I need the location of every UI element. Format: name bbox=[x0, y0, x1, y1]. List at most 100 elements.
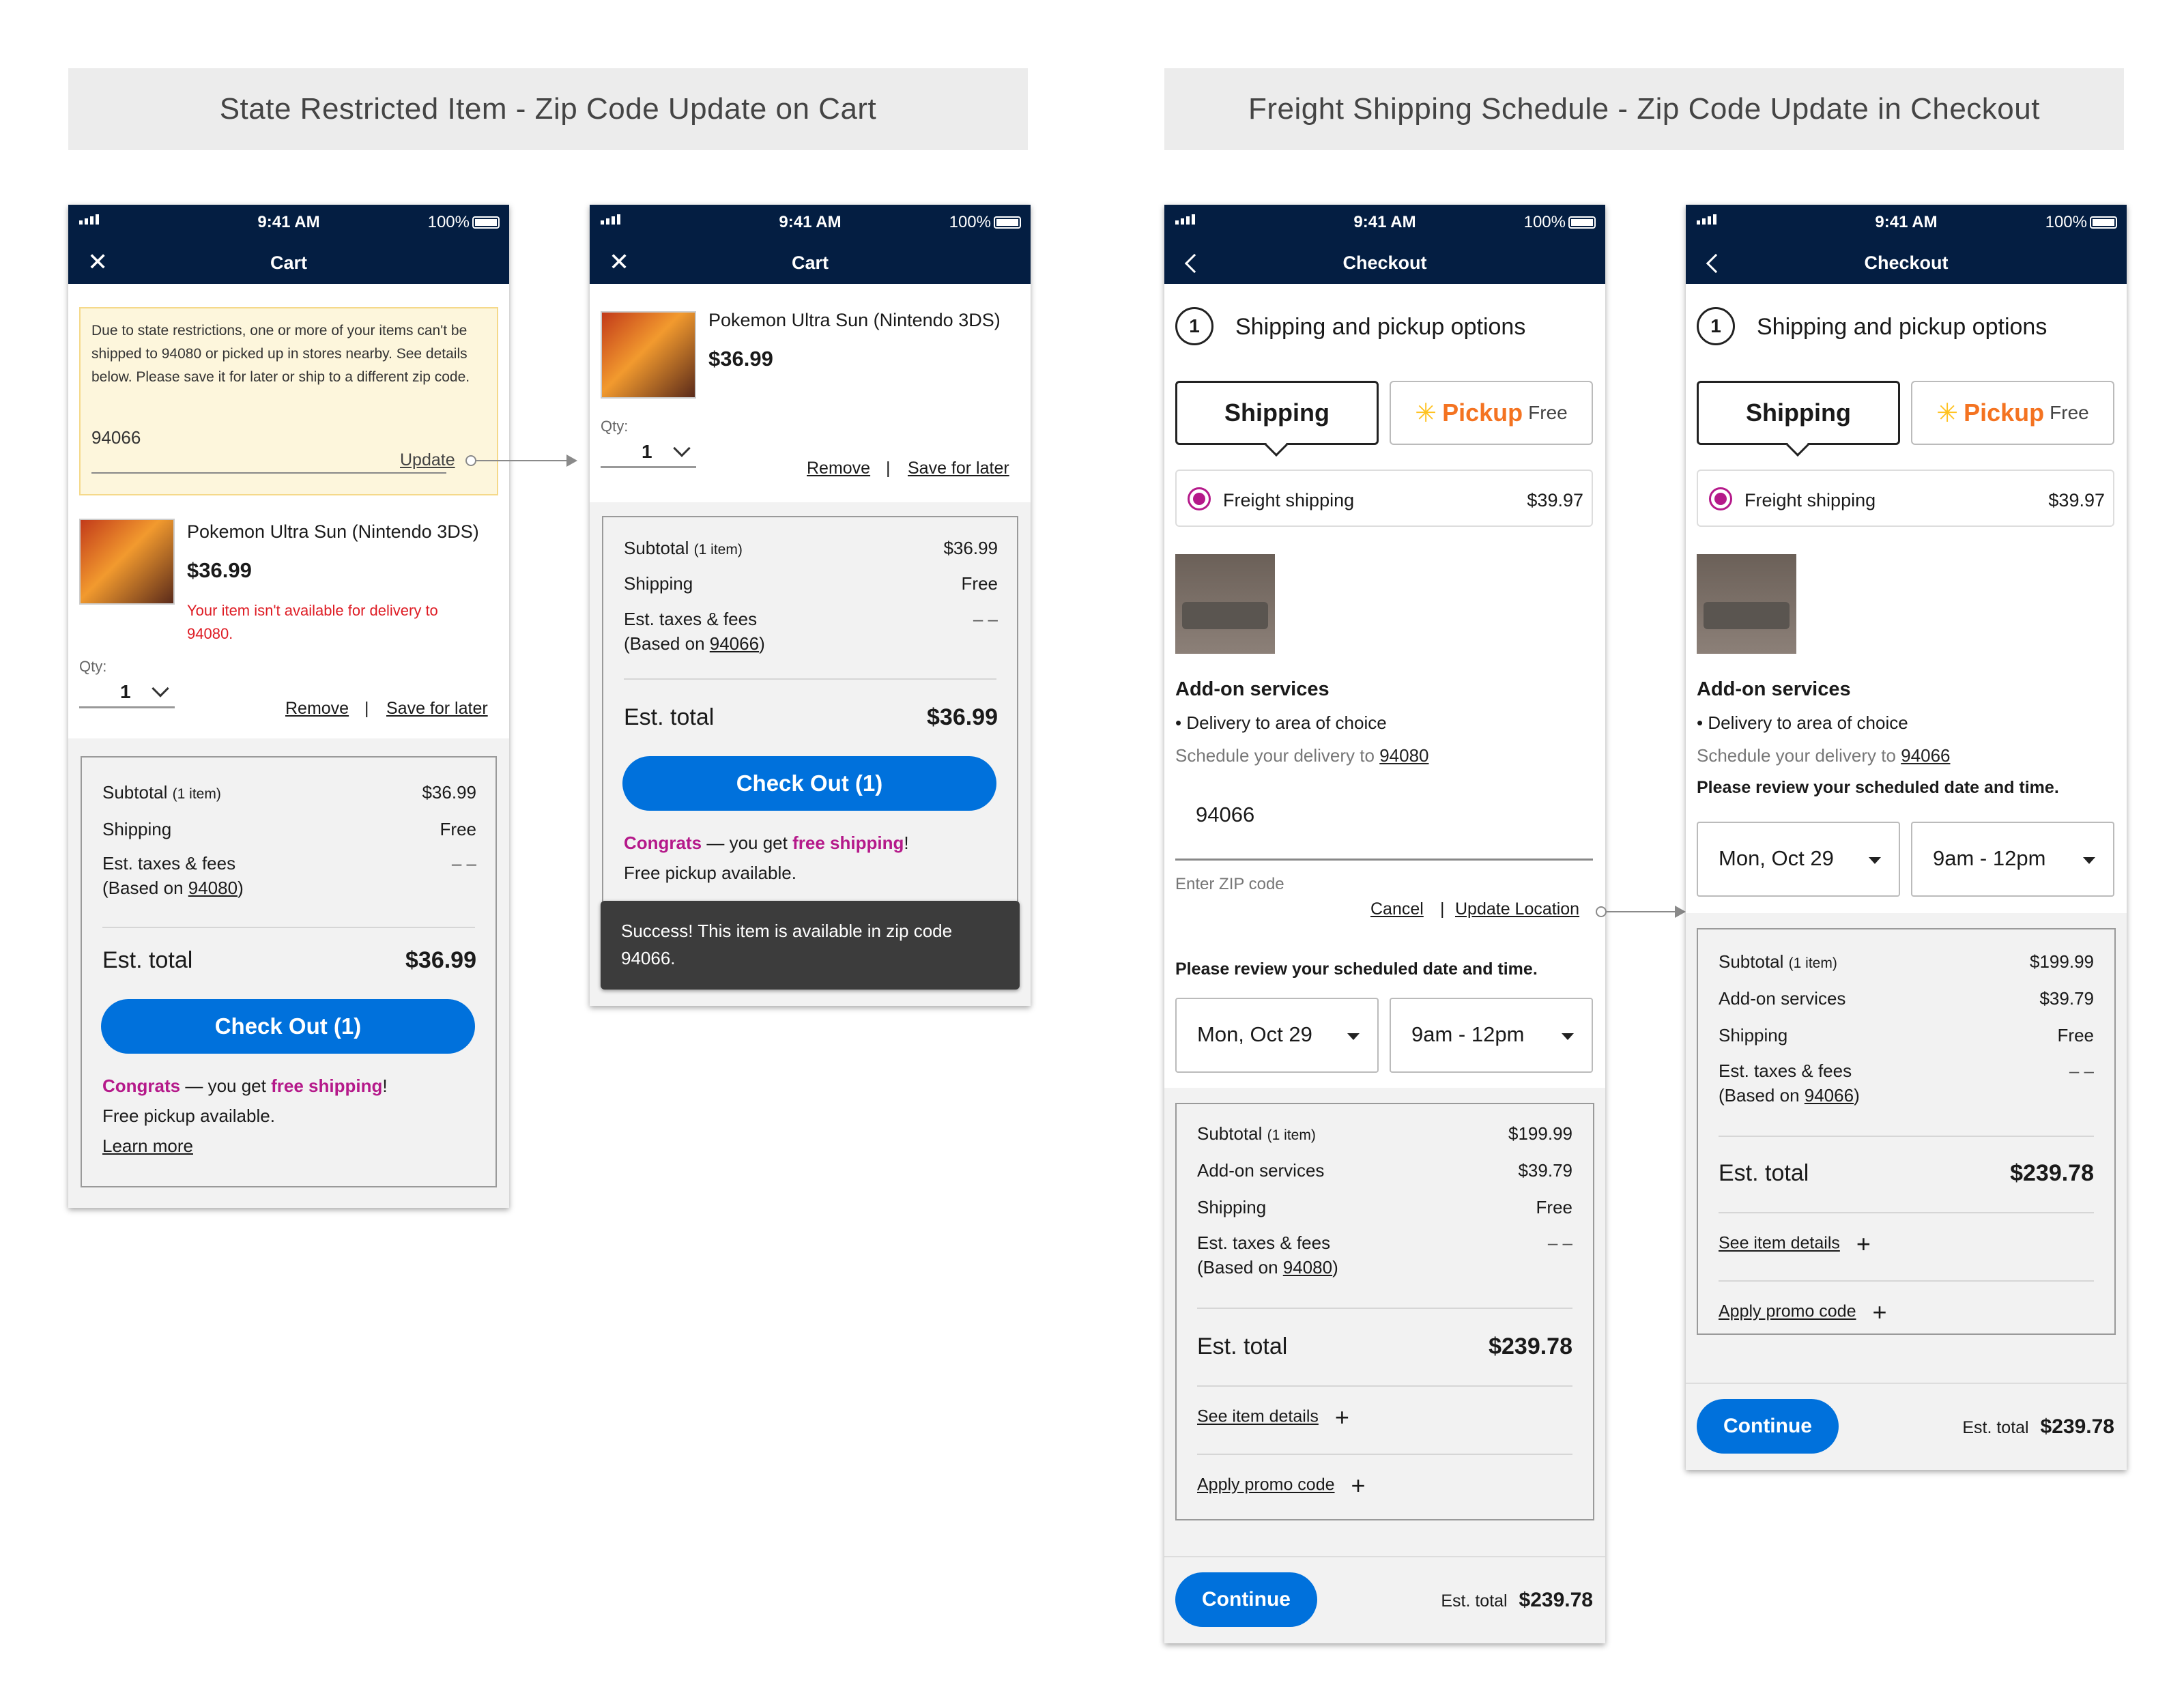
time-select[interactable]: 9am - 12pm bbox=[1911, 822, 2114, 897]
battery-indicator: 100% bbox=[2045, 213, 2117, 232]
pickup-text: Free pickup available. bbox=[624, 863, 796, 883]
product-image bbox=[601, 311, 696, 399]
cancel-link[interactable]: Cancel bbox=[1370, 899, 1424, 919]
est-total-value: $36.99 bbox=[405, 947, 476, 973]
review-schedule-text: Please review your scheduled date and ti… bbox=[1697, 778, 2059, 797]
nav-bar: ✕ Cart bbox=[68, 240, 509, 284]
see-item-details[interactable]: See item details + bbox=[1197, 1403, 1349, 1432]
zip-input-underline bbox=[1175, 859, 1593, 861]
sofa-product-image bbox=[1697, 554, 1796, 654]
time-select[interactable]: 9am - 12pm bbox=[1390, 998, 1593, 1073]
save-for-later-link[interactable]: Save for later bbox=[908, 459, 1009, 478]
page-title: Checkout bbox=[1342, 253, 1427, 273]
zip-code-input[interactable]: 94066 bbox=[1196, 803, 1254, 827]
taxes-value: – – bbox=[1547, 1232, 1572, 1253]
continue-button[interactable]: Continue bbox=[1697, 1399, 1839, 1454]
tab-pickup[interactable]: ✳ Pickup Free bbox=[1390, 381, 1593, 445]
zip-input[interactable]: 94066 bbox=[91, 427, 141, 448]
congrats-text: Congrats — you get free shipping! bbox=[624, 833, 909, 853]
step-number-badge: 1 bbox=[1697, 307, 1735, 345]
est-total-label: Est. total bbox=[102, 947, 193, 973]
based-zip-link[interactable]: 94066 bbox=[1805, 1085, 1854, 1106]
tab-pickup[interactable]: ✳ Pickup Free bbox=[1911, 381, 2114, 445]
step-number-badge: 1 bbox=[1175, 307, 1213, 345]
summary-divider bbox=[624, 678, 996, 680]
date-select[interactable]: Mon, Oct 29 bbox=[1697, 822, 1900, 897]
success-toast: Success! This item is available in zip c… bbox=[601, 901, 1020, 990]
date-select[interactable]: Mon, Oct 29 bbox=[1175, 998, 1379, 1073]
based-zip-link[interactable]: 94066 bbox=[710, 633, 759, 654]
nav-bar: Checkout bbox=[1686, 240, 2127, 284]
taxes-value: – – bbox=[973, 609, 998, 629]
checkout-button[interactable]: Check Out (1) bbox=[101, 999, 475, 1054]
left-section-title: State Restricted Item - Zip Code Update … bbox=[68, 68, 1028, 150]
subtotal-label: Subtotal (1 item) bbox=[624, 538, 743, 558]
status-bar: 9:41 AM 100% bbox=[68, 205, 509, 240]
alert-text: Due to state restrictions, one or more o… bbox=[91, 323, 470, 385]
review-schedule-text: Please review your scheduled date and ti… bbox=[1175, 960, 1538, 979]
battery-indicator: 100% bbox=[949, 213, 1021, 232]
right-section-title: Freight Shipping Schedule - Zip Code Upd… bbox=[1164, 68, 2124, 150]
battery-icon bbox=[994, 216, 1021, 229]
based-zip-link[interactable]: 94080 bbox=[188, 878, 238, 898]
summary-divider bbox=[1197, 1308, 1572, 1309]
learn-more-link[interactable]: Learn more bbox=[102, 1136, 193, 1157]
subtotal-label: Subtotal (1 item) bbox=[102, 782, 221, 803]
spark-icon: ✳ bbox=[1415, 399, 1437, 428]
taxes-label: Est. taxes & fees bbox=[1197, 1232, 1331, 1253]
qty-select[interactable]: 1 bbox=[601, 438, 696, 468]
addon-item: • Delivery to area of choice bbox=[1697, 712, 1908, 733]
footer-total: Est. total $239.78 bbox=[1962, 1415, 2114, 1438]
update-location-link[interactable]: Update Location bbox=[1455, 899, 1579, 919]
dropdown-caret-icon bbox=[1562, 1033, 1574, 1040]
taxes-value: – – bbox=[451, 853, 476, 874]
shipping-label: Shipping bbox=[102, 819, 172, 839]
congrats-text: Congrats — you get free shipping! bbox=[102, 1076, 388, 1096]
product-name[interactable]: Pokemon Ultra Sun (Nintendo 3DS) bbox=[708, 310, 1001, 331]
cart-screen-success: 9:41 AM 100% ✕ Cart Pokemon Ultra Sun (N… bbox=[590, 205, 1031, 1006]
subtotal-value: $199.99 bbox=[2030, 951, 2094, 972]
shipping-label: Shipping bbox=[1719, 1025, 1788, 1045]
product-name[interactable]: Pokemon Ultra Sun (Nintendo 3DS) bbox=[187, 521, 479, 543]
cart-screen-restricted: 9:41 AM 100% ✕ Cart Due to state restric… bbox=[68, 205, 509, 1208]
subtotal-value: $36.99 bbox=[943, 538, 998, 558]
link-separator: | bbox=[886, 459, 891, 478]
summary-divider bbox=[1719, 1280, 2094, 1282]
arrow-right-icon bbox=[1675, 906, 1686, 918]
remove-link[interactable]: Remove bbox=[285, 699, 349, 719]
based-zip-link[interactable]: 94080 bbox=[1283, 1257, 1332, 1278]
plus-icon: + bbox=[1856, 1230, 1871, 1258]
taxes-label: Est. taxes & fees bbox=[1719, 1061, 1852, 1081]
continue-button[interactable]: Continue bbox=[1175, 1572, 1317, 1627]
checkout-screen-updated: 9:41 AM 100% Checkout 1 Shipping and pic… bbox=[1686, 205, 2127, 1470]
schedule-text: Schedule your delivery to 94066 bbox=[1697, 745, 1951, 766]
addon-item: • Delivery to area of choice bbox=[1175, 712, 1387, 733]
remove-link[interactable]: Remove bbox=[807, 459, 870, 478]
dropdown-caret-icon bbox=[2083, 857, 2095, 864]
plus-icon: + bbox=[1872, 1298, 1887, 1326]
zip-helper-text: Enter ZIP code bbox=[1175, 875, 1284, 893]
status-bar: 9:41 AM 100% bbox=[1164, 205, 1605, 240]
toast-text: Success! This item is available in zip c… bbox=[621, 921, 953, 968]
radio-selected-icon bbox=[1709, 487, 1732, 510]
qty-select[interactable]: 1 bbox=[79, 678, 175, 708]
sofa-product-image bbox=[1175, 554, 1275, 654]
plus-icon: + bbox=[1351, 1471, 1366, 1499]
update-zip-link[interactable]: Update bbox=[400, 450, 455, 470]
freight-price: $39.97 bbox=[2048, 490, 2105, 510]
qty-value: 1 bbox=[642, 441, 652, 462]
addon-services-value: $39.79 bbox=[2039, 988, 2094, 1009]
checkout-button[interactable]: Check Out (1) bbox=[622, 756, 996, 811]
subtotal-value: $36.99 bbox=[422, 782, 476, 803]
schedule-zip-link[interactable]: 94066 bbox=[1901, 745, 1950, 766]
est-total-value: $36.99 bbox=[927, 704, 998, 730]
flow-connector-dot bbox=[1596, 906, 1607, 917]
product-price: $36.99 bbox=[187, 558, 252, 582]
see-item-details[interactable]: See item details + bbox=[1719, 1230, 1871, 1258]
apply-promo-code[interactable]: Apply promo code + bbox=[1197, 1471, 1366, 1500]
pickup-text: Free pickup available. bbox=[102, 1106, 275, 1126]
schedule-zip-link[interactable]: 94080 bbox=[1379, 745, 1428, 766]
save-for-later-link[interactable]: Save for later bbox=[386, 699, 488, 719]
flow-arrow bbox=[1607, 911, 1676, 912]
apply-promo-code[interactable]: Apply promo code + bbox=[1719, 1298, 1887, 1327]
